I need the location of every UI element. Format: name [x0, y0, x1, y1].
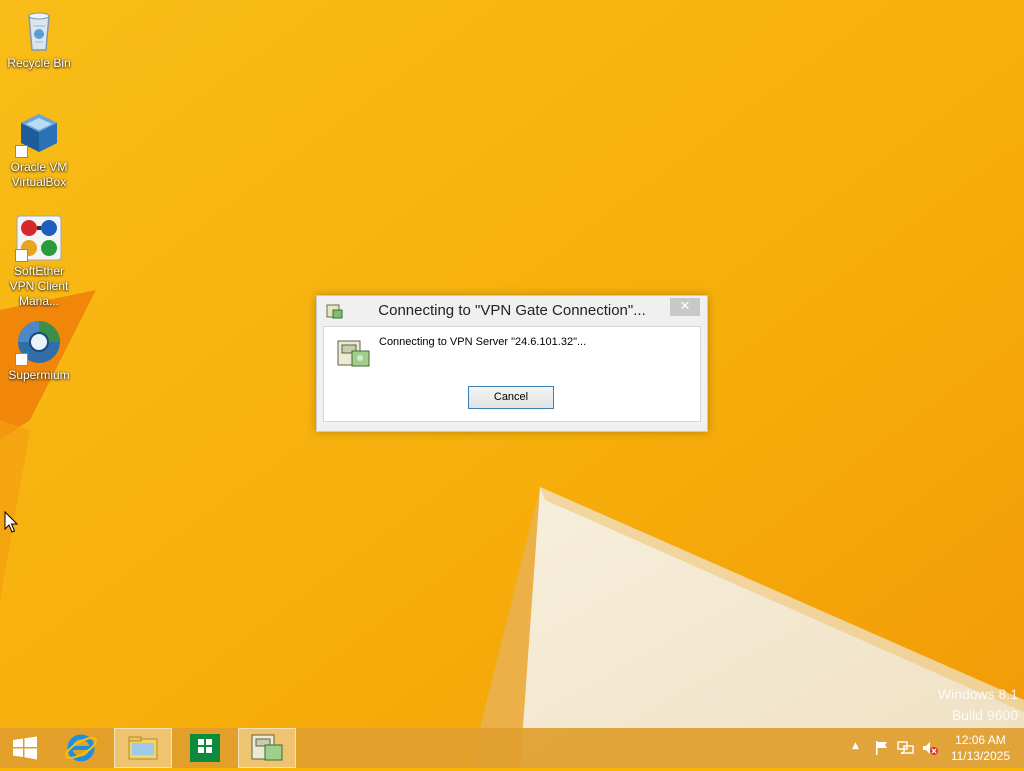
- supermium-browser-icon: [15, 318, 63, 366]
- dialog-content: Connecting to VPN Server "24.6.101.32"..…: [323, 326, 701, 422]
- softether-vpn-icon: [251, 734, 283, 761]
- cancel-button[interactable]: Cancel: [468, 386, 554, 409]
- dialog-titlebar[interactable]: Connecting to "VPN Gate Connection"... ✕: [317, 296, 707, 324]
- taskbar-clock[interactable]: 12:06 AM 11/13/2025: [951, 732, 1010, 764]
- desktop-icon-label: SoftEther VPN Client Mana...: [9, 264, 69, 308]
- watermark-line-2: Build 9600: [951, 707, 1018, 723]
- dialog-message: Connecting to VPN Server "24.6.101.32"..…: [379, 336, 587, 348]
- show-hidden-icons-button[interactable]: ▲: [852, 741, 859, 751]
- windows-version-watermark: Windows 8.1 Build 9600: [938, 686, 1018, 723]
- taskbar-store[interactable]: [182, 728, 228, 768]
- windows-store-icon: [190, 734, 220, 762]
- vpn-connection-icon: [336, 335, 372, 369]
- action-center-flag-icon[interactable]: [874, 740, 890, 756]
- clock-time: 12:06 AM: [955, 733, 1006, 747]
- desktop-icon-virtualbox[interactable]: Oracle VM VirtualBox: [0, 110, 78, 190]
- desktop-icon-label: Recycle Bin: [7, 56, 71, 70]
- close-button[interactable]: ✕: [670, 298, 700, 316]
- file-explorer-icon: [128, 736, 158, 760]
- mouse-cursor-icon: [4, 511, 18, 533]
- recycle-bin-icon: [15, 6, 63, 54]
- windows-start-icon: [13, 736, 37, 760]
- desktop-icon-recycle-bin[interactable]: Recycle Bin: [0, 6, 78, 71]
- shortcut-arrow-icon: [15, 145, 28, 158]
- shortcut-arrow-icon: [15, 249, 28, 262]
- shortcut-arrow-icon: [15, 353, 28, 366]
- vpn-connecting-dialog: Connecting to "VPN Gate Connection"... ✕…: [316, 295, 708, 432]
- virtualbox-icon: [15, 110, 63, 158]
- system-tray: ▲ 12:06 AM 11/13/2025: [846, 728, 1024, 768]
- taskbar-internet-explorer[interactable]: [58, 728, 104, 768]
- softether-vpn-icon: [15, 214, 63, 262]
- dialog-title: Connecting to "VPN Gate Connection"...: [378, 302, 646, 319]
- taskbar: ▲ 12:06 AM 11/13/2025: [0, 728, 1024, 768]
- internet-explorer-icon: [64, 734, 98, 762]
- start-button[interactable]: [4, 728, 46, 768]
- desktop-icon-softether-vpn[interactable]: SoftEther VPN Client Mana...: [0, 214, 78, 309]
- desktop-icon-label: Oracle VM VirtualBox: [10, 160, 68, 189]
- network-icon[interactable]: [897, 740, 915, 756]
- desktop-icon-label: Supermium: [8, 368, 70, 382]
- taskbar-softether-vpn[interactable]: [238, 728, 296, 768]
- watermark-line-1: Windows 8.1: [937, 686, 1018, 702]
- desktop-icon-supermium[interactable]: Supermium: [0, 318, 78, 383]
- clock-date: 11/13/2025: [950, 749, 1010, 763]
- volume-muted-icon[interactable]: [921, 740, 939, 756]
- taskbar-file-explorer[interactable]: [114, 728, 172, 768]
